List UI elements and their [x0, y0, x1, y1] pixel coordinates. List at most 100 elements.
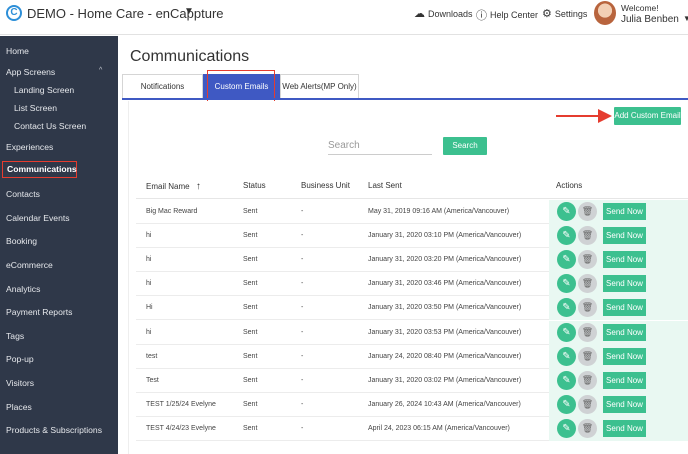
send-now-button[interactable]: Send Now — [603, 371, 646, 389]
status-cell: Sent — [243, 376, 258, 384]
sidebar-item-calendar-events[interactable]: Calendar Events — [0, 213, 118, 223]
welcome-text: Welcome! — [621, 3, 659, 13]
send-now-button[interactable]: Send Now — [603, 275, 646, 293]
search-input[interactable] — [328, 137, 432, 155]
settings-link[interactable]: ⚙ Settings — [542, 7, 587, 20]
tab-web-alerts[interactable]: Web Alerts(MP Only) — [280, 74, 359, 98]
column-header-label: Email Name — [146, 182, 190, 191]
help-center-link[interactable]: ⓘ Help Center — [476, 7, 538, 23]
sidebar-item-analytics[interactable]: Analytics — [0, 284, 118, 294]
sidebar-item-payment-reports[interactable]: Payment Reports — [0, 307, 118, 317]
annotation-arrow-shaft — [556, 115, 600, 117]
sidebar-item-pop-up[interactable]: Pop-up — [0, 354, 118, 364]
email-name-cell: TEST 1/25/24 Evelyne — [146, 400, 216, 408]
business-unit-cell: - — [301, 424, 304, 432]
sidebar-item-tags[interactable]: Tags — [0, 331, 118, 341]
trash-icon[interactable]: 🗑 — [578, 418, 597, 438]
sidebar-item-booking[interactable]: Booking — [0, 236, 118, 246]
edit-pencil-icon[interactable]: ✎ — [557, 418, 576, 438]
business-unit-cell: - — [301, 376, 304, 384]
last-sent-cell: January 31, 2020 03:20 PM (America/Vanco… — [368, 256, 522, 264]
send-now-button[interactable]: Send Now — [603, 323, 646, 341]
app-title[interactable]: DEMO - Home Care - enCappture — [27, 6, 224, 21]
business-unit-cell: - — [301, 304, 304, 312]
trash-icon[interactable]: 🗑 — [578, 394, 597, 414]
last-sent-cell: January 31, 2020 03:50 PM (America/Vanco… — [368, 304, 522, 312]
sidebar-item-ecommerce[interactable]: eCommerce — [0, 260, 118, 270]
email-name-cell: hi — [146, 232, 152, 240]
send-now-button[interactable]: Send Now — [603, 347, 646, 365]
table-row: Hi Sent - January 31, 2020 03:50 PM (Americ… — [136, 296, 688, 321]
business-unit-cell: - — [301, 352, 304, 360]
column-header-last-sent: Last Sent — [368, 181, 402, 190]
table-row: hi Sent - January 31, 2020 03:46 PM (Americ… — [136, 272, 688, 297]
email-name-cell: Test — [146, 376, 159, 384]
sidebar-item-contact-us-screen[interactable]: Contact Us Screen — [0, 121, 118, 131]
sidebar-item-list-screen[interactable]: List Screen — [0, 103, 118, 113]
trash-icon[interactable]: 🗑 — [578, 346, 597, 366]
downloads-label: Downloads — [428, 8, 473, 19]
avatar[interactable] — [594, 1, 616, 25]
column-header-actions: Actions — [556, 181, 583, 190]
business-unit-cell: - — [301, 256, 304, 264]
email-name-cell: TEST 4/24/23 Evelyne — [146, 424, 216, 432]
tab-notifications[interactable]: Notifications — [122, 74, 203, 98]
app-logo-icon[interactable]: C — [6, 5, 22, 21]
search-button[interactable]: Search — [443, 137, 487, 155]
edit-pencil-icon[interactable]: ✎ — [557, 322, 576, 342]
edit-pencil-icon[interactable]: ✎ — [557, 202, 576, 221]
table-row: test Sent - January 24, 2020 08:40 PM (Amer… — [136, 344, 688, 369]
last-sent-cell: January 31, 2020 03:10 PM (America/Vanco… — [368, 232, 522, 240]
send-now-button[interactable]: Send Now — [603, 251, 646, 269]
downloads-link[interactable]: ☁ Downloads — [414, 7, 473, 20]
user-name[interactable]: Julia Benben — [621, 14, 679, 25]
business-unit-cell: - — [301, 232, 304, 240]
send-now-button[interactable]: Send Now — [603, 227, 646, 245]
status-cell: Sent — [243, 232, 258, 240]
email-name-cell: hi — [146, 328, 152, 336]
cloud-download-icon: ☁ — [414, 8, 425, 20]
trash-icon[interactable]: 🗑 — [578, 322, 597, 342]
send-now-button[interactable]: Send Now — [603, 203, 646, 220]
sidebar-item-contacts[interactable]: Contacts — [0, 189, 118, 199]
sidebar-item-app-screens[interactable]: App Screens ^ — [0, 67, 118, 77]
last-sent-cell: April 24, 2023 06:15 AM (America/Vancouv… — [368, 424, 510, 432]
trash-icon[interactable]: 🗑 — [578, 370, 597, 390]
edit-pencil-icon[interactable]: ✎ — [557, 346, 576, 366]
table-row: hi Sent - January 31, 2020 03:10 PM (Americ… — [136, 224, 688, 249]
sidebar-item-visitors[interactable]: Visitors — [0, 378, 118, 388]
edit-pencil-icon[interactable]: ✎ — [557, 226, 576, 246]
top-bar: C DEMO - Home Care - enCappture ▼ ☁ Down… — [0, 0, 688, 35]
column-header-email-name[interactable]: Email Name ↑ — [146, 181, 201, 192]
app-switch-caret-icon[interactable]: ▼ — [184, 6, 194, 17]
column-header-status: Status — [243, 181, 266, 190]
sidebar-item-products-subscriptions[interactable]: Products & Subscriptions — [0, 425, 118, 435]
sidebar-item-label: App Screens — [6, 67, 56, 77]
table-row: Test Sent - January 31, 2020 03:02 PM (Amer… — [136, 368, 688, 393]
sidebar-item-home[interactable]: Home — [0, 46, 118, 56]
status-cell: Sent — [243, 208, 258, 215]
send-now-button[interactable]: Send Now — [603, 395, 646, 413]
email-name-cell: test — [146, 352, 158, 360]
add-custom-email-button[interactable]: Add Custom Email — [614, 107, 681, 125]
edit-pencil-icon[interactable]: ✎ — [557, 370, 576, 390]
send-now-button[interactable]: Send Now — [603, 419, 646, 437]
sidebar-item-landing-screen[interactable]: Landing Screen — [0, 85, 118, 95]
status-cell: Sent — [243, 424, 258, 432]
edit-pencil-icon[interactable]: ✎ — [557, 394, 576, 414]
status-cell: Sent — [243, 328, 258, 336]
sidebar-item-places[interactable]: Places — [0, 402, 118, 412]
table-row: TEST 1/25/24 Evelyne Sent - January 26, 202… — [136, 392, 688, 417]
chevron-up-icon: ^ — [99, 67, 103, 74]
trash-icon[interactable]: 🗑 — [578, 202, 597, 221]
table-row: hi Sent - January 31, 2020 03:53 PM (Americ… — [136, 320, 688, 345]
trash-icon[interactable]: 🗑 — [578, 226, 597, 246]
status-cell: Sent — [243, 400, 258, 408]
send-now-button[interactable]: Send Now — [603, 299, 646, 317]
last-sent-cell: May 31, 2019 09:16 AM (America/Vancouver… — [368, 208, 510, 215]
sidebar: Home App Screens ^ Landing Screen List S… — [0, 36, 118, 454]
sidebar-item-experiences[interactable]: Experiences — [0, 142, 118, 152]
settings-label: Settings — [554, 8, 588, 19]
user-menu-caret-icon[interactable]: ▼ — [683, 14, 688, 23]
sidebar-item-communications[interactable]: Communications — [2, 161, 77, 178]
